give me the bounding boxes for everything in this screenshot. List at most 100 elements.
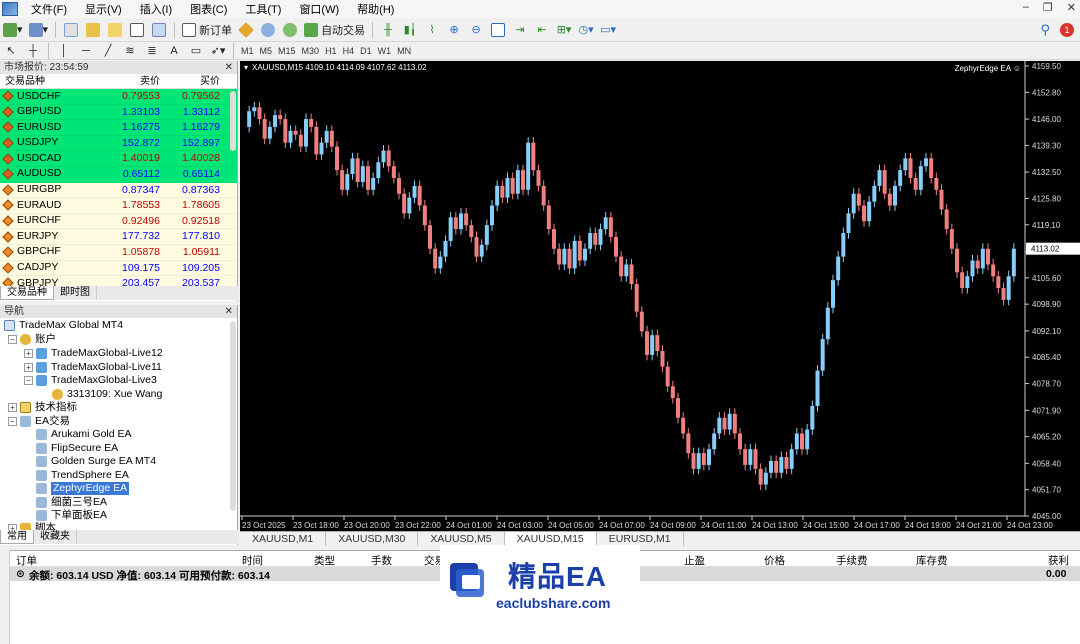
col-lots[interactable]: 手数 [371,553,392,568]
menu-chart[interactable]: 图表(C) [181,1,236,17]
col-swap[interactable]: 库存费 [916,553,948,568]
minimize-icon[interactable]: – [1023,1,1029,14]
periods-icon[interactable]: ◷▾ [576,20,596,40]
market-watch-row[interactable]: EURJPY 177.732 177.810 [0,229,237,245]
tf-m30[interactable]: M30 [299,43,323,59]
search-icon[interactable]: ⚲ [1040,22,1050,38]
notification-badge[interactable]: 1 [1060,22,1074,37]
channel-icon[interactable]: ≋ [120,41,140,61]
label-icon[interactable]: ▭ [186,41,206,61]
cursor-icon[interactable]: ↖ [1,41,21,61]
col-bid[interactable]: 卖价 [100,74,160,88]
close-icon[interactable]: ✕ [225,61,233,74]
nav-ea-item[interactable]: 下单面板EA [36,509,107,522]
market-watch-row[interactable]: AUDUSD 0.65112 0.65114 [0,166,237,183]
menu-help[interactable]: 帮助(H) [348,1,403,17]
expand-icon[interactable]: + [24,349,33,358]
menu-tools[interactable]: 工具(T) [236,1,290,17]
tab-symbols[interactable]: 交易品种 [0,286,54,300]
col-symbol[interactable]: 交易品种 [0,74,100,88]
metaeditor-icon[interactable] [236,20,256,40]
col-profit[interactable]: 获利 [1048,553,1069,568]
new-order-button[interactable]: 新订单 [180,20,234,40]
text-icon[interactable]: A [164,41,184,61]
nav-account-user[interactable]: 3313109: Xue Wang [52,388,162,401]
collapse-icon[interactable]: − [8,335,17,344]
tab-chart-xauusd-m30[interactable]: XAUUSD,M30 [326,532,419,546]
tf-h4[interactable]: H4 [340,43,358,59]
collapse-icon[interactable]: − [8,417,17,426]
tab-tick-chart[interactable]: 即时图 [54,286,97,300]
zoom-in-icon[interactable]: ⊕ [444,20,464,40]
tf-h1[interactable]: H1 [322,43,340,59]
new-chart-icon[interactable]: ▾ [1,20,25,40]
nav-account-live11[interactable]: TradeMaxGlobal-Live11 [36,361,162,374]
market-watch-row[interactable]: GBPCHF 1.05878 1.05911 [0,244,237,261]
menu-file[interactable]: 文件(F) [22,1,76,17]
nav-ea-item-selected[interactable]: ZephyrEdge EA [36,482,130,495]
market-watch-scrollbar[interactable] [230,91,236,151]
fibonacci-icon[interactable]: ≣ [142,41,162,61]
market-watch-row[interactable]: USDCHF 0.79553 0.79562 [0,89,237,105]
tile-windows-icon[interactable] [488,20,508,40]
nav-ea-item[interactable]: Golden Surge EA MT4 [36,455,156,468]
col-type[interactable]: 类型 [314,553,335,568]
shapes-icon[interactable]: ➶▾ [208,41,228,61]
crosshair-icon[interactable]: ┼ [23,41,43,61]
tf-w1[interactable]: W1 [375,43,395,59]
auto-trading-button[interactable]: 自动交易 [302,20,367,40]
trendline-icon[interactable]: ╱ [98,41,118,61]
nav-ea-item[interactable]: 细菌三号EA [36,496,107,509]
autoscroll-icon[interactable]: ⇤ [532,20,552,40]
close-icon[interactable]: ✕ [1067,1,1076,14]
indicators-icon[interactable]: ⊞▾ [554,20,574,40]
zoom-out-icon[interactable]: ⊖ [466,20,486,40]
market-watch-icon[interactable] [61,20,81,40]
market-watch-row[interactable]: EURGBP 0.87347 0.87363 [0,182,237,199]
nav-ea-item[interactable]: TrendSphere EA [36,469,129,482]
tab-chart-xauusd-m5[interactable]: XAUUSD,M5 [418,532,505,546]
tab-favorites[interactable]: 收藏夹 [34,530,77,544]
tester-icon[interactable] [149,20,169,40]
tf-m1[interactable]: M1 [238,43,257,59]
tf-m5[interactable]: M5 [257,43,276,59]
horizontal-line-icon[interactable]: ─ [76,41,96,61]
navigator-icon[interactable] [105,20,125,40]
restore-icon[interactable]: ❐ [1043,1,1053,14]
nav-ea-item[interactable]: Arukami Gold EA [36,428,132,441]
col-order[interactable]: 订单 [16,553,37,568]
col-ask[interactable]: 买价 [160,74,220,88]
navigator-scrollbar[interactable] [230,321,236,511]
data-window-icon[interactable] [83,20,103,40]
nav-account-live3[interactable]: TradeMaxGlobal-Live3 [36,374,157,387]
tab-chart-xauusd-m1[interactable]: XAUUSD,M1 [240,532,327,546]
templates-icon[interactable]: ▭▾ [598,20,618,40]
collapse-icon[interactable]: − [24,376,33,385]
market-watch-row[interactable]: GBPUSD 1.33103 1.33112 [0,104,237,121]
expand-icon[interactable]: + [24,363,33,372]
tf-d1[interactable]: D1 [357,43,375,59]
market-watch-row[interactable]: EURCHF 0.92496 0.92518 [0,213,237,230]
candlestick-icon[interactable]: ▮╽ [400,20,420,40]
expand-icon[interactable]: + [8,403,17,412]
close-icon[interactable]: ✕ [225,305,233,318]
chart-shift-icon[interactable]: ⇥ [510,20,530,40]
market-watch-row[interactable]: EURUSD 1.16275 1.16279 [0,120,237,136]
tf-mn[interactable]: MN [394,43,414,59]
col-time[interactable]: 时间 [242,553,263,568]
nav-indicators[interactable]: 技术指标 [20,401,77,414]
community-icon[interactable] [258,20,278,40]
menu-insert[interactable]: 插入(I) [131,1,181,17]
nav-account-live12[interactable]: TradeMaxGlobal-Live12 [36,347,163,360]
nav-accounts[interactable]: 账户 [20,333,56,346]
tab-chart-eurusd-m1[interactable]: EURUSD,M1 [597,532,684,546]
tf-m15[interactable]: M15 [275,43,299,59]
chart-canvas[interactable]: 4159.50 4152.80 4146.00 4139.30 4132.50 4125.… [240,61,1080,531]
profiles-icon[interactable]: ▾ [27,20,51,40]
market-watch-row[interactable]: USDJPY 152.872 152.897 [0,135,237,152]
nav-ea[interactable]: EA交易 [20,415,70,428]
market-watch-row[interactable]: USDCAD 1.40019 1.40028 [0,151,237,167]
market-watch-row[interactable]: CADJPY 109.175 109.205 [0,260,237,277]
line-chart-icon[interactable]: ⌇ [422,20,442,40]
market-watch-row[interactable]: EURAUD 1.78553 1.78605 [0,198,237,214]
